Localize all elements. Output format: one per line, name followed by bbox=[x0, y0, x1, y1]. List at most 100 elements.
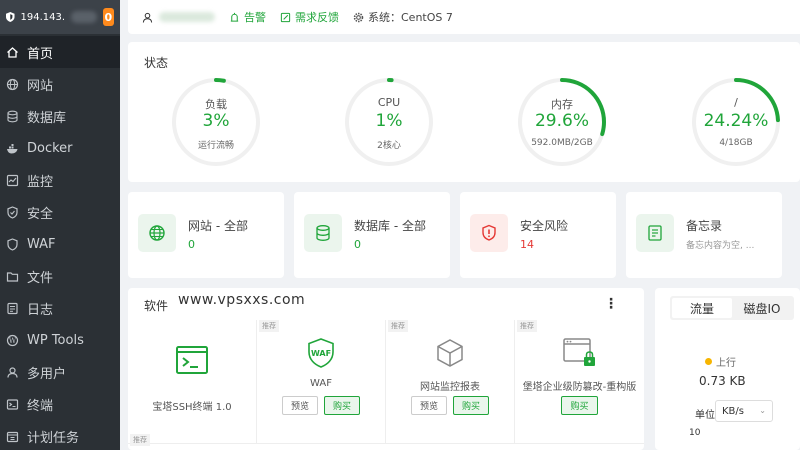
database-tile[interactable]: 数据库 - 全部 0 bbox=[294, 192, 450, 278]
sidebar-item-website[interactable]: 网站 bbox=[0, 68, 120, 100]
buy-button[interactable]: 购买 bbox=[561, 396, 598, 415]
sidebar-item-label: 网站 bbox=[27, 78, 54, 94]
memory-gauge[interactable]: 内存 29.6% 592.0MB/2GB bbox=[516, 76, 608, 168]
sidebar-item-database[interactable]: 数据库 bbox=[0, 100, 120, 132]
recommend-tag: 推荐 bbox=[517, 320, 537, 332]
waf-shield-icon bbox=[6, 237, 19, 251]
traffic-tabs: 流量 磁盘IO bbox=[670, 296, 794, 320]
sidebar-item-label: WP Tools bbox=[27, 332, 84, 348]
database-icon bbox=[304, 214, 342, 252]
sidebar: 194.143. 0 首页 网站 数据库 Docker 监控 安全 WAF 文件… bbox=[0, 0, 120, 450]
feedback-link[interactable]: 需求反馈 bbox=[280, 9, 339, 25]
memo-tile[interactable]: 备忘录 备忘内容为空, ... bbox=[626, 192, 782, 278]
tab-traffic[interactable]: 流量 bbox=[672, 298, 732, 318]
website-tile[interactable]: 网站 - 全部 0 bbox=[128, 192, 284, 278]
tile-value: 备忘内容为空, ... bbox=[686, 241, 755, 251]
gauge-subtext: 2核心 bbox=[377, 141, 401, 151]
software-card: 软件 www.vpsxxs.com ⋮ 宝塔SSH终端 1.0 推荐 WAF W… bbox=[128, 288, 644, 450]
gauge-subtext: 运行流畅 bbox=[197, 141, 234, 151]
sidebar-item-wp-tools[interactable]: W WP Tools bbox=[0, 324, 120, 356]
gauge-name: CPU bbox=[377, 96, 401, 109]
upload-label: 上行 bbox=[716, 358, 736, 369]
buy-button[interactable]: 购买 bbox=[453, 396, 490, 415]
sidebar-item-cron[interactable]: 计划任务 bbox=[0, 420, 120, 450]
sidebar-item-label: 日志 bbox=[27, 302, 54, 318]
feedback-icon bbox=[280, 12, 291, 22]
more-options-icon[interactable]: ⋮ bbox=[604, 296, 618, 312]
security-risk-tile[interactable]: 安全风险 14 bbox=[460, 192, 616, 278]
gauge-name: 负载 bbox=[205, 98, 227, 111]
gauge-subtext: 4/18GB bbox=[719, 138, 753, 148]
system-label: 系统：CentOS 7 bbox=[368, 11, 453, 24]
sidebar-item-home[interactable]: 首页 bbox=[0, 36, 120, 68]
preview-button[interactable]: 预览 bbox=[410, 396, 447, 415]
software-item-ssh[interactable]: 宝塔SSH终端 1.0 bbox=[128, 320, 257, 444]
software-item-waf[interactable]: 推荐 WAF WAF 预览 购买 bbox=[257, 320, 386, 444]
unit-value: KB/s bbox=[722, 405, 744, 417]
feedback-label: 需求反馈 bbox=[295, 11, 339, 24]
monitor-icon bbox=[6, 174, 19, 187]
server-ip: 194.143. bbox=[20, 11, 66, 23]
sidebar-item-label: 计划任务 bbox=[27, 430, 80, 446]
load-gauge[interactable]: 负载 3% 运行流畅 bbox=[170, 76, 262, 168]
sidebar-item-label: 监控 bbox=[27, 174, 54, 190]
software-name: 网站监控报表 bbox=[420, 382, 480, 393]
tile-value[interactable]: 14 bbox=[520, 238, 534, 251]
sidebar-item-waf[interactable]: WAF bbox=[0, 228, 120, 260]
sidebar-item-files[interactable]: 文件 bbox=[0, 260, 120, 292]
traffic-card: 流量 磁盘IO 上行 0.73 KB 单位 KB/s ⌄ 10 bbox=[655, 288, 800, 450]
cpu-gauge[interactable]: CPU 1% 2核心 bbox=[343, 76, 435, 168]
tab-disk-io[interactable]: 磁盘IO bbox=[732, 298, 792, 318]
tile-title: 安全风险 bbox=[520, 219, 569, 233]
tile-value[interactable]: 0 bbox=[354, 238, 361, 251]
preview-button[interactable]: 预览 bbox=[281, 396, 318, 415]
gauge-value: 3% bbox=[202, 111, 230, 131]
status-card: 状态 负载 3% 运行流畅 CPU 1% 2核心 内存 29.6% 592.0M… bbox=[128, 42, 800, 182]
warning-shield-icon bbox=[470, 214, 508, 252]
system-info: 系统：CentOS 7 bbox=[353, 9, 453, 25]
sidebar-item-terminal[interactable]: 终端 bbox=[0, 388, 120, 420]
software-item-site-monitor[interactable]: 推荐 网站监控报表 预览 购买 bbox=[386, 320, 515, 444]
sidebar-item-logs[interactable]: 日志 bbox=[0, 292, 120, 324]
sidebar-item-label: 安全 bbox=[27, 206, 54, 222]
software-row-2: 推荐 bbox=[128, 434, 257, 450]
upload-value: 0.73 KB bbox=[699, 374, 746, 388]
sidebar-item-label: WAF bbox=[27, 236, 56, 252]
user-info[interactable] bbox=[142, 12, 215, 23]
terminal-icon bbox=[176, 346, 208, 377]
waf-shield-icon: WAF bbox=[308, 338, 334, 371]
notification-badge[interactable]: 0 bbox=[102, 8, 114, 26]
tile-value[interactable]: 0 bbox=[188, 238, 195, 251]
log-icon bbox=[6, 302, 19, 315]
gauge-name: 内存 bbox=[551, 98, 573, 111]
recommend-tag: 推荐 bbox=[388, 320, 408, 332]
status-title: 状态 bbox=[144, 56, 169, 70]
upload-legend: 上行 bbox=[705, 354, 736, 369]
sidebar-item-multi-user[interactable]: 多用户 bbox=[0, 356, 120, 388]
alarm-link[interactable]: 告警 bbox=[229, 9, 266, 25]
disk-gauge[interactable]: / 24.24% 4/18GB bbox=[690, 76, 782, 168]
chevron-down-icon: ⌄ bbox=[759, 406, 766, 415]
sidebar-item-label: 多用户 bbox=[27, 366, 67, 382]
gauge-value: 24.24% bbox=[703, 111, 769, 131]
unit-label: 单位 bbox=[695, 410, 715, 421]
memo-icon bbox=[636, 214, 674, 252]
top-bar: 告警 需求反馈 系统：CentOS 7 bbox=[128, 0, 800, 34]
sidebar-item-docker[interactable]: Docker bbox=[0, 132, 120, 164]
software-item-tamper-proof[interactable]: 推荐 堡塔企业级防篡改-重构版 购买 bbox=[515, 320, 644, 444]
sidebar-item-monitor[interactable]: 监控 bbox=[0, 164, 120, 196]
wordpress-icon: W bbox=[6, 334, 19, 347]
locked-window-icon bbox=[562, 338, 597, 371]
shield-logo-icon bbox=[6, 12, 15, 22]
sidebar-item-label: 终端 bbox=[27, 398, 54, 414]
username-redacted bbox=[159, 12, 215, 22]
unit-select[interactable]: KB/s ⌄ bbox=[715, 400, 773, 422]
user-icon bbox=[142, 12, 153, 23]
software-name: WAF bbox=[310, 378, 332, 389]
buy-button[interactable]: 购买 bbox=[324, 396, 361, 415]
sidebar-item-label: 首页 bbox=[27, 46, 54, 62]
sidebar-item-security[interactable]: 安全 bbox=[0, 196, 120, 228]
sidebar-item-label: 文件 bbox=[27, 270, 54, 286]
docker-icon bbox=[6, 142, 19, 155]
sidebar-header: 194.143. 0 bbox=[0, 0, 120, 34]
